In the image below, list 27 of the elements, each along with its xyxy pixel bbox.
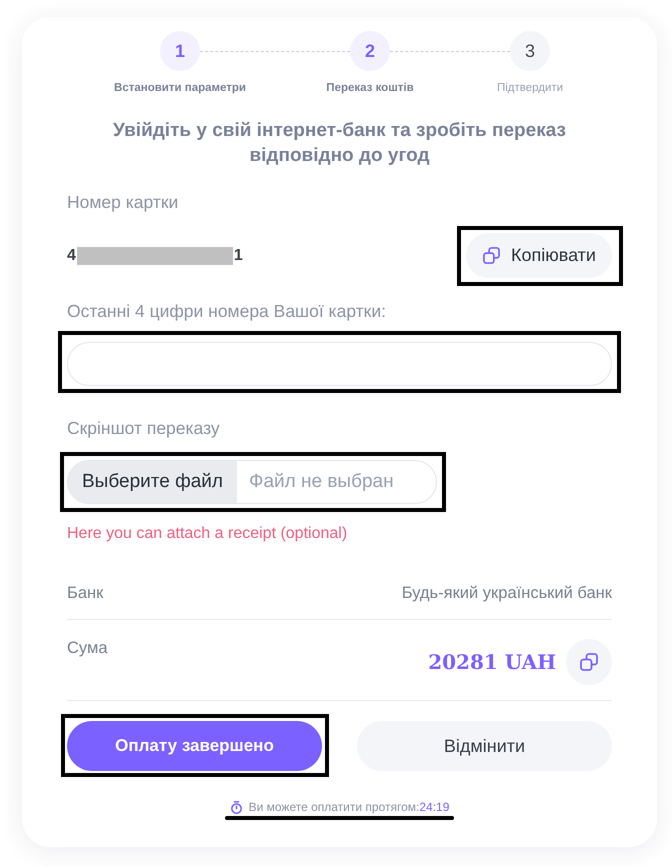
confirm-payment-button[interactable]: Оплату завершено: [67, 721, 322, 771]
card-number-start: 4: [67, 246, 76, 266]
hint-text: Here you can attach a receipt (optional): [67, 524, 348, 544]
timer-value: 24:19: [419, 799, 450, 815]
file-status: Файл не выбран: [248, 470, 394, 494]
choose-file-button[interactable]: Выберите файл: [68, 461, 237, 503]
field-label: Номер картки: [67, 191, 180, 214]
card-digits-input[interactable]: [67, 342, 612, 386]
detail-value: Будь-який український банк: [402, 583, 612, 604]
copy-button[interactable]: Копіювати: [466, 233, 612, 278]
card-number-end: 1: [234, 246, 243, 266]
detail-label: Сума: [67, 638, 108, 659]
field-label: Останні 4 цифри номера Вашої картки:: [67, 300, 387, 323]
step-label: Підтвердити: [496, 81, 564, 96]
instruction-title: Увійдіть у свій інтернет-банк та зробіть переказ відповідно до угод: [112, 119, 567, 168]
step-label: Встановити параметри: [114, 81, 246, 96]
cancel-button[interactable]: Відмінити: [357, 721, 612, 771]
step-label: Переказ коштів: [326, 81, 414, 96]
file-input[interactable]: Выберите файл Файл не выбран: [67, 460, 437, 504]
timer-label: Ви можете оплатити протягом:: [248, 799, 420, 815]
amount-value: 20281 UAH: [428, 649, 556, 676]
copy-icon: [482, 247, 500, 264]
stopwatch-icon: [230, 800, 243, 814]
copy-amount-button[interactable]: [566, 639, 612, 685]
detail-label: Банк: [67, 583, 104, 604]
copy-icon: [580, 653, 598, 671]
field-label: Скріншот переказу: [67, 417, 221, 440]
